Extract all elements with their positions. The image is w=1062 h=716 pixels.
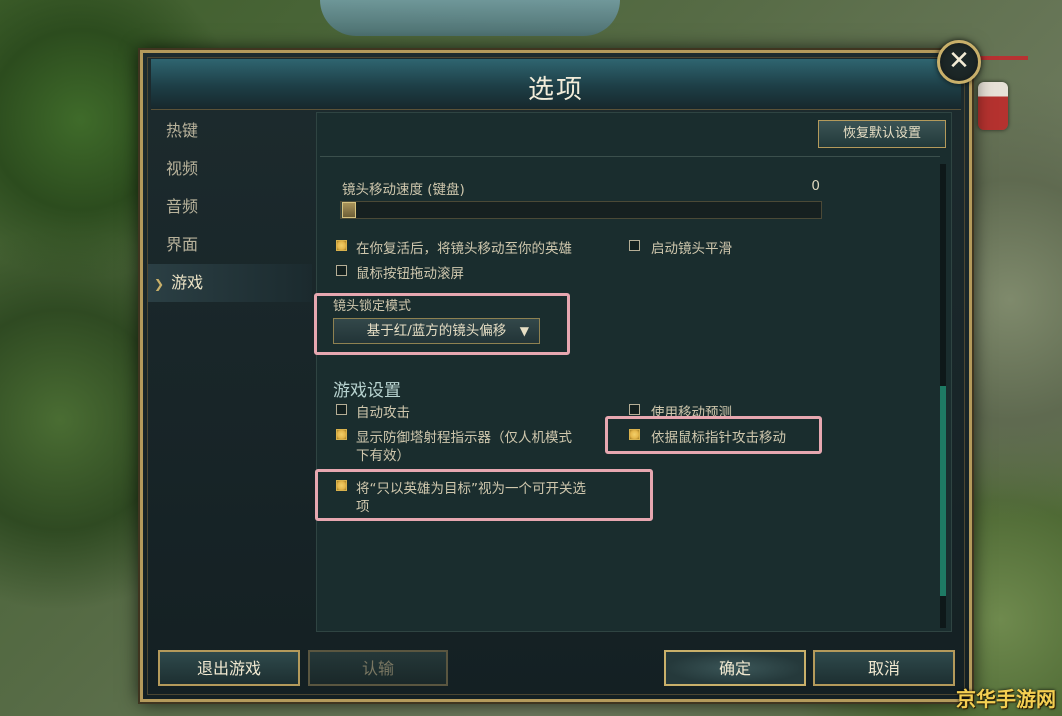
camera-speed-slider[interactable] [340, 201, 822, 219]
watermark: 京华手游网 [956, 687, 1056, 711]
tower-range-checkbox[interactable] [336, 429, 347, 440]
auto-attack-checkbox[interactable] [336, 404, 347, 415]
minion-figure [978, 82, 1008, 130]
move-prediction-checkbox[interactable] [629, 404, 640, 415]
minion-healthbar [980, 56, 1028, 60]
sidebar: 热键 视频 音频 界面 ❯ 游戏 [148, 112, 312, 632]
sidebar-item-label: 游戏 [171, 273, 204, 292]
close-button[interactable]: ✕ [937, 40, 981, 84]
camera-smoothing-label: 启动镜头平滑 [651, 241, 732, 257]
camera-speed-handle[interactable] [342, 202, 356, 218]
sidebar-item-hotkeys[interactable]: 热键 [148, 112, 312, 150]
tower-range-label-line1: 显示防御塔射程指示器（仅人机模式 [356, 430, 572, 446]
cancel-button[interactable]: 取消 [813, 650, 955, 686]
surrender-button[interactable]: 认输 [308, 650, 448, 686]
camera-speed-value: 0 [811, 178, 820, 194]
move-camera-checkbox[interactable] [336, 240, 347, 251]
highlight-box [314, 293, 570, 355]
tower-range-label-line2: 下有效） [356, 448, 410, 464]
ok-button[interactable]: 确定 [664, 650, 806, 686]
mouse-drag-scroll-checkbox[interactable] [336, 265, 347, 276]
mouse-drag-scroll-label: 鼠标按钮拖动滚屏 [356, 266, 464, 282]
scrollbar-thumb[interactable] [940, 386, 946, 596]
highlight-box [315, 469, 653, 521]
background-water [320, 0, 620, 36]
dialog-title: 选项 [527, 75, 584, 105]
sidebar-item-label: 音频 [166, 197, 199, 216]
title-bar: 选项 [151, 59, 961, 110]
auto-attack-label: 自动攻击 [356, 405, 410, 421]
sidebar-item-interface[interactable]: 界面 [148, 226, 312, 264]
camera-smoothing-checkbox[interactable] [629, 240, 640, 251]
highlight-box [605, 416, 822, 454]
restore-defaults-button[interactable]: 恢复默认设置 [818, 120, 946, 148]
close-icon: ✕ [948, 46, 970, 76]
sidebar-item-label: 热键 [166, 121, 199, 140]
exit-game-button[interactable]: 退出游戏 [158, 650, 300, 686]
sidebar-item-video[interactable]: 视频 [148, 150, 312, 188]
camera-speed-label: 镜头移动速度 (键盘) [342, 182, 465, 198]
chevron-right-icon: ❯ [154, 277, 165, 291]
sidebar-item-audio[interactable]: 音频 [148, 188, 312, 226]
divider [320, 156, 940, 157]
game-settings-title: 游戏设置 [333, 381, 401, 401]
sidebar-item-label: 界面 [166, 235, 199, 254]
move-camera-label: 在你复活后，将镜头移动至你的英雄 [356, 241, 572, 257]
sidebar-item-label: 视频 [166, 159, 199, 178]
sidebar-item-game[interactable]: ❯ 游戏 [148, 264, 312, 302]
